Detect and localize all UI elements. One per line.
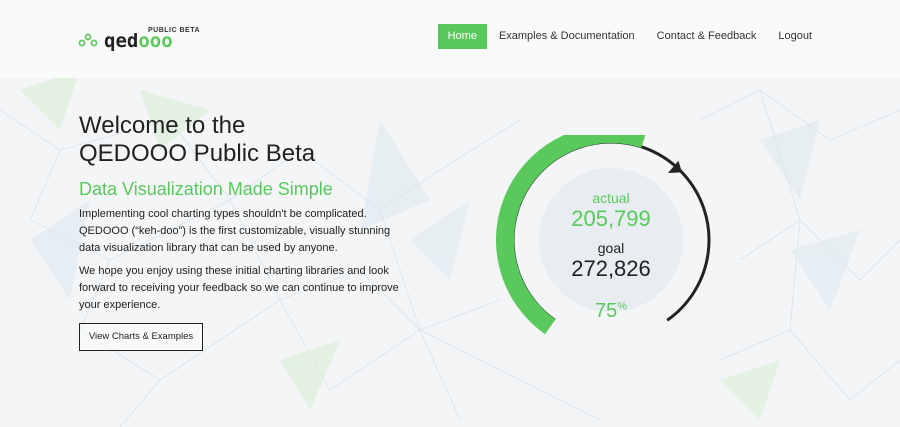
nav-home[interactable]: Home bbox=[437, 24, 487, 49]
actual-label: actual bbox=[592, 190, 630, 206]
goal-label: goal bbox=[597, 240, 625, 256]
title-line-1: Welcome to the bbox=[79, 112, 246, 139]
top-navigation-bar: PUBLIC BETA qedooo Home Examples & Docum… bbox=[0, 0, 900, 78]
logo-dots-icon bbox=[78, 33, 98, 47]
main-nav: Home Examples & Documentation Contact & … bbox=[436, 24, 822, 49]
hero-section: Welcome to the QEDOOO Public Beta Data V… bbox=[79, 112, 409, 314]
nav-examples-documentation[interactable]: Examples & Documentation bbox=[489, 24, 645, 49]
title-line-2: QEDOOO Public Beta bbox=[79, 140, 316, 167]
hero-subtitle: Data Visualization Made Simple bbox=[79, 179, 333, 199]
hero-paragraph-2: We hope you enjoy using these initial ch… bbox=[79, 265, 399, 311]
actual-value: 205,799 bbox=[571, 206, 651, 231]
goal-value: 272,826 bbox=[571, 256, 651, 281]
nav-logout[interactable]: Logout bbox=[768, 24, 822, 49]
percent-value: 75% bbox=[594, 300, 628, 322]
hero-paragraph-1: Implementing cool charting types shouldn… bbox=[79, 208, 391, 254]
logo-wordmark: qedooo bbox=[104, 30, 173, 52]
page-title: Welcome to the QEDOOO Public Beta bbox=[79, 112, 409, 168]
nav-contact-feedback[interactable]: Contact & Feedback bbox=[647, 24, 767, 49]
view-charts-button[interactable]: View Charts & Examples bbox=[79, 323, 203, 351]
